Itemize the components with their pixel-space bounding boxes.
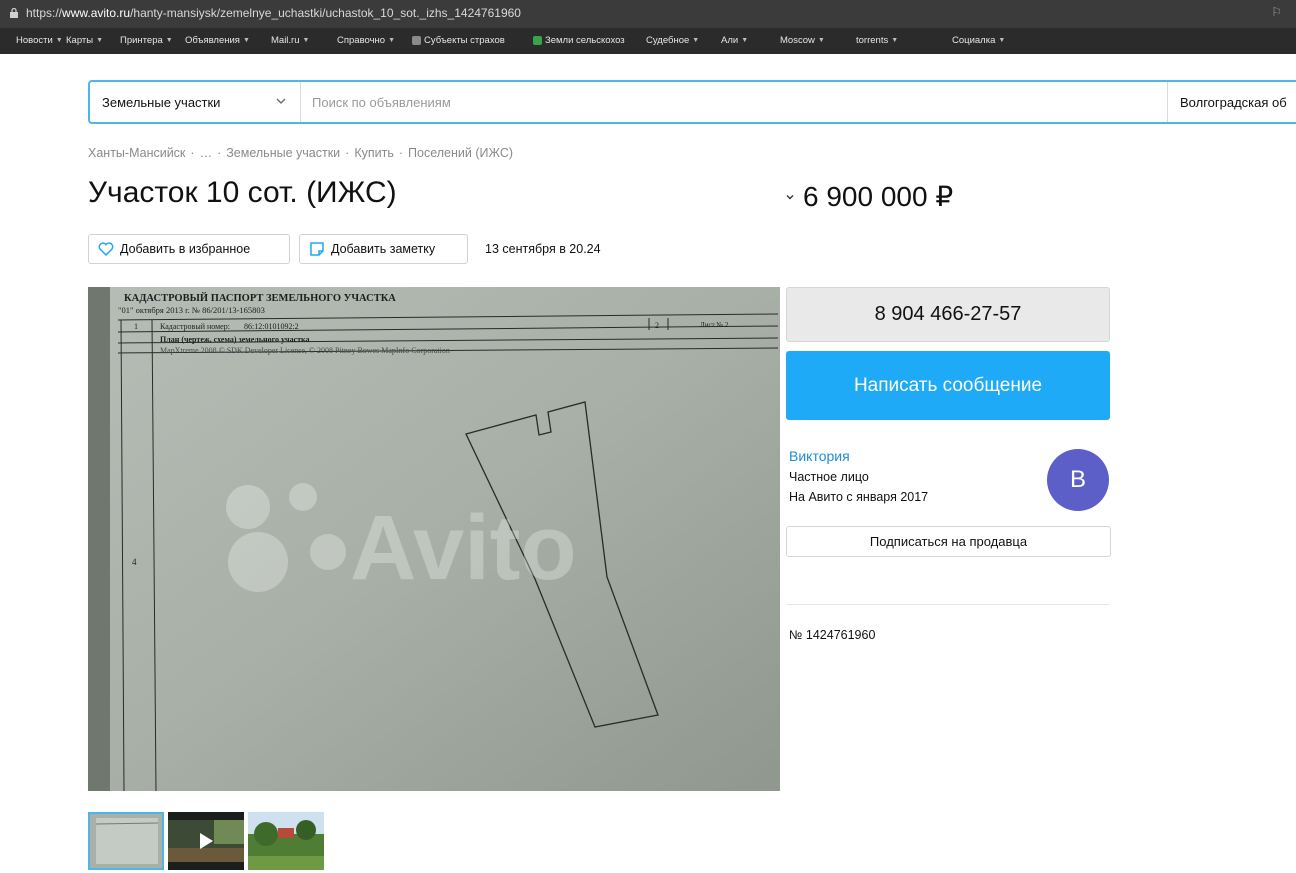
url-text[interactable]: https://www.avito.ru/hanty-mansiysk/zeme…: [26, 6, 521, 20]
seller-name-link[interactable]: Виктория: [789, 448, 850, 464]
avatar[interactable]: В: [1047, 449, 1109, 511]
bookmark-label: Социалка: [952, 35, 996, 46]
doc-cadastral-label: Кадастровый номер:: [160, 322, 230, 331]
region-select[interactable]: Волгоградская об: [1167, 82, 1296, 122]
dropdown-arrow-icon: ▼: [817, 37, 825, 44]
bookmark-item[interactable]: Социалка ▼: [952, 35, 1005, 46]
thumbnail-strip: [88, 812, 324, 870]
dropdown-arrow-icon: ▼: [165, 37, 173, 44]
translate-icon[interactable]: ⚐: [1271, 5, 1282, 19]
category-select-label: Земельные участки: [102, 94, 221, 110]
bookmark-item[interactable]: Карты ▼: [66, 35, 103, 46]
doc-row-num1: 1: [134, 322, 138, 331]
doc-plan-label: План (чертеж, схема) земельного участка: [160, 335, 310, 344]
subscribe-seller-button[interactable]: Подписаться на продавца: [786, 526, 1111, 557]
bookmark-label: torrents: [856, 35, 889, 46]
search-input[interactable]: [302, 84, 1174, 120]
breadcrumb-item[interactable]: Ханты-Мансийск: [88, 146, 185, 160]
bookmarks-bar: Новости ▼ Карты ▼ Принтера ▼ Объявления ▼ Mail.r…: [0, 28, 1296, 54]
dropdown-arrow-icon: ▼: [692, 37, 700, 44]
show-phone-button[interactable]: 8 904 466-27-57: [786, 287, 1110, 342]
doc-software-line: MapXtreme 2008 © SDK Developer License, …: [160, 346, 450, 355]
bookmark-item[interactable]: Mail.ru ▼: [271, 35, 309, 46]
price-block: 6 900 000 ₽: [785, 180, 953, 213]
dropdown-arrow-icon: ▼: [96, 37, 104, 44]
bookmark-label: Принтера: [120, 35, 163, 46]
dropdown-arrow-icon: ▼: [891, 37, 899, 44]
bookmark-item[interactable]: Новости ▼: [16, 35, 63, 46]
dropdown-arrow-icon: ▼: [388, 37, 396, 44]
bookmark-favicon-icon: [412, 36, 421, 45]
heart-icon: [98, 242, 114, 256]
bookmark-label: Moscow: [780, 35, 815, 46]
bookmark-item[interactable]: Объявления ▼: [185, 35, 250, 46]
bookmark-label: Субъекты страхов: [424, 35, 505, 46]
ad-number: № 1424761960: [789, 628, 876, 642]
bookmark-label: Новости: [16, 35, 53, 46]
seller-since: На Авито с января 2017: [789, 490, 929, 504]
breadcrumb-separator: ·: [398, 146, 404, 160]
breadcrumb-item[interactable]: …: [200, 146, 213, 160]
bookmark-item[interactable]: Moscow ▼: [780, 35, 825, 46]
write-message-button[interactable]: Написать сообщение: [786, 351, 1110, 420]
bookmark-item[interactable]: Принтера ▼: [120, 35, 173, 46]
thumbnail-document[interactable]: [88, 812, 164, 870]
dropdown-arrow-icon: ▼: [998, 37, 1006, 44]
chevron-down-icon: [276, 98, 286, 104]
bookmark-item[interactable]: Справочно ▼: [337, 35, 395, 46]
note-icon: [310, 242, 324, 256]
add-note-button[interactable]: Добавить заметку: [299, 234, 468, 264]
lock-icon: [10, 8, 18, 18]
cadastral-document-image: КАДАСТРОВЫЙ ПАСПОРТ ЗЕМЕЛЬНОГО УЧАСТКА "…: [88, 287, 780, 791]
browser-address-bar[interactable]: https://www.avito.ru/hanty-mansiysk/zeme…: [0, 0, 1296, 28]
breadcrumb-item[interactable]: Земельные участки: [226, 146, 340, 160]
bookmark-label: Али: [721, 35, 739, 46]
doc-header-line1: КАДАСТРОВЫЙ ПАСПОРТ ЗЕМЕЛЬНОГО УЧАСТКА: [124, 292, 396, 304]
seller-type: Частное лицо: [789, 470, 869, 484]
category-select[interactable]: Земельные участки: [90, 82, 301, 122]
page-title: Участок 10 сот. (ИЖС): [88, 176, 397, 209]
thumbnail-landscape[interactable]: [248, 812, 324, 870]
add-to-favorites-button[interactable]: Добавить в избранное: [88, 234, 290, 264]
listing-photo[interactable]: КАДАСТРОВЫЙ ПАСПОРТ ЗЕМЕЛЬНОГО УЧАСТКА "…: [88, 287, 780, 791]
thumbnail-video[interactable]: [168, 812, 244, 870]
search-bar: Земельные участки Волгоградская об: [88, 80, 1296, 124]
bookmark-label: Земли сельскохоз: [545, 35, 625, 46]
published-date: 13 сентября в 20.24: [485, 242, 601, 256]
bookmark-favicon-icon: [533, 36, 542, 45]
add-to-favorites-label: Добавить в избранное: [120, 242, 251, 256]
price: 6 900 000 ₽: [803, 181, 954, 212]
bookmark-item[interactable]: Субъекты страхов: [412, 35, 505, 46]
svg-text:Avito: Avito: [350, 497, 577, 599]
bookmark-item[interactable]: Судебное ▼: [646, 35, 699, 46]
doc-header-line2: "01" октября 2013 г. № 86/201/13-165803: [118, 305, 265, 315]
bookmark-label: Mail.ru: [271, 35, 300, 46]
chevron-down-icon[interactable]: [785, 192, 795, 202]
bookmark-label: Справочно: [337, 35, 386, 46]
breadcrumb: Ханты-Мансийск · … · Земельные участки · Купит…: [88, 146, 513, 160]
breadcrumb-separator: ·: [190, 146, 195, 160]
add-note-label: Добавить заметку: [331, 242, 436, 256]
bookmark-item[interactable]: torrents ▼: [856, 35, 898, 46]
doc-cadastral-value: 86:12:0101092:2: [244, 322, 299, 331]
doc-sheet-label: Лист № 2: [700, 321, 729, 329]
bookmark-label: Судебное: [646, 35, 690, 46]
doc-sheet-no: 2: [655, 321, 659, 330]
dropdown-arrow-icon: ▼: [55, 37, 63, 44]
bookmark-item[interactable]: Али ▼: [721, 35, 748, 46]
dropdown-arrow-icon: ▼: [302, 37, 310, 44]
bookmark-item[interactable]: Земли сельскохоз: [533, 35, 625, 46]
breadcrumb-item[interactable]: Поселений (ИЖС): [408, 146, 513, 160]
divider: [786, 604, 1110, 605]
breadcrumb-separator: ·: [345, 146, 350, 160]
breadcrumb-item[interactable]: Купить: [354, 146, 394, 160]
doc-row-num4: 4: [132, 557, 137, 567]
dropdown-arrow-icon: ▼: [242, 37, 250, 44]
breadcrumb-separator: ·: [217, 146, 222, 160]
dropdown-arrow-icon: ▼: [741, 37, 749, 44]
bookmark-label: Карты: [66, 35, 94, 46]
bookmark-label: Объявления: [185, 35, 240, 46]
